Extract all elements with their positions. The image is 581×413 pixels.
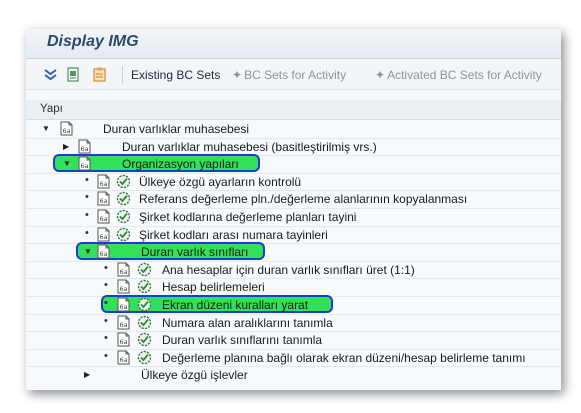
structure-header-label: Yapı <box>40 103 63 115</box>
expand-toggle-icon[interactable]: ▼ <box>42 124 50 133</box>
tree-node[interactable]: • 6a Duran varlık sınıflarını tanımla <box>26 331 561 350</box>
svg-text:6a: 6a <box>120 285 128 293</box>
tree-node[interactable]: ▶ Ülkeye özgü işlevler <box>26 366 561 384</box>
tree-node-label: Duran varlık sınıfları <box>141 245 249 260</box>
tree-node-label: Numara alan aralıklarını tanımla <box>162 315 333 330</box>
bc-sets-for-activity-button[interactable]: ✦ BC Sets for Activity <box>232 68 346 82</box>
tree-node-label: Şirket kodları arası numara tayinleri <box>139 227 328 242</box>
tree-node[interactable]: • 6a Ekran düzeni kuralları yarat <box>26 295 561 315</box>
tree-node[interactable]: • 6a Ülkeye özgü ayarların kontrolü <box>26 173 561 192</box>
execute-activity-icon[interactable] <box>116 227 131 242</box>
document-icon[interactable]: 6a <box>117 279 130 294</box>
execute-activity-icon[interactable] <box>137 279 152 294</box>
bc-set-icon: ✦ <box>375 68 386 82</box>
tree-node-label: Şirket kodlarına değerleme planları tayi… <box>139 210 357 224</box>
svg-text:6a: 6a <box>81 162 89 170</box>
document-icon[interactable]: 6a <box>97 174 110 189</box>
leaf-bullet: • <box>104 279 108 292</box>
existing-bc-sets-label: Existing BC Sets <box>131 68 221 82</box>
existing-bc-sets-button[interactable]: Existing BC Sets <box>131 68 220 82</box>
window-title: Display IMG <box>47 33 139 50</box>
document-icon[interactable]: 6a <box>117 262 130 277</box>
tree-node-label: Referans değerleme pln./değerleme alanla… <box>139 192 468 207</box>
tree-node-label: Değerleme planına bağlı olarak ekran düz… <box>162 350 526 365</box>
expand-toggle-icon[interactable]: ▼ <box>63 159 71 168</box>
title-bar: Display IMG <box>26 29 561 59</box>
svg-text:6a: 6a <box>120 321 128 329</box>
leaf-bullet: • <box>104 349 108 362</box>
svg-text:6a: 6a <box>120 338 128 346</box>
toolbar-separator <box>122 66 123 84</box>
document-icon[interactable]: 6a <box>117 315 130 330</box>
leaf-bullet: • <box>104 314 108 327</box>
document-icon[interactable]: 6a <box>78 156 91 171</box>
tree-node-label: Ülkeye özgü işlevler <box>141 368 248 383</box>
document-icon[interactable]: 6a <box>60 121 73 136</box>
leaf-bullet: • <box>85 209 89 221</box>
execute-activity-icon[interactable] <box>137 297 152 312</box>
leaf-bullet: • <box>85 226 89 239</box>
activated-bc-sets-label: Activated BC Sets for Activity <box>387 68 542 82</box>
application-toolbar: Existing BC Sets ✦ BC Sets for Activity ✦… <box>26 59 561 90</box>
svg-text:6a: 6a <box>120 303 128 311</box>
tree-node[interactable]: • 6a Referans değerleme pln./değerleme a… <box>26 190 561 209</box>
tree-node-label: Ekran düzeni kuralları yarat <box>162 298 309 312</box>
tree-node[interactable]: • 6a Değerleme planına bağlı olarak ekra… <box>26 349 561 368</box>
expand-icon[interactable] <box>43 67 58 82</box>
execute-activity-icon[interactable] <box>116 191 131 206</box>
svg-text:6a: 6a <box>100 250 108 258</box>
tree-node[interactable]: ▼ 6a Duran varlıklar muhasebesi <box>26 120 561 139</box>
execute-activity-icon[interactable] <box>116 174 131 189</box>
execute-activity-icon[interactable] <box>137 262 152 277</box>
tree-node-label: Duran varlık sınıflarını tanımla <box>162 333 323 348</box>
svg-text:6a: 6a <box>100 180 108 188</box>
execute-activity-icon[interactable] <box>137 315 152 330</box>
svg-text:6a: 6a <box>100 215 108 223</box>
bc-sets-for-activity-label: BC Sets for Activity <box>244 68 347 82</box>
execute-activity-icon[interactable] <box>116 209 131 224</box>
tree-node[interactable]: • 6a Şirket kodlarına değerleme planları… <box>26 208 561 227</box>
document-icon[interactable]: 6a <box>97 244 110 259</box>
leaf-bullet: • <box>85 191 89 204</box>
bc-set-icon: ✦ <box>232 68 243 82</box>
tree-node-label: Duran varlıklar muhasebesi <box>103 122 250 136</box>
tree-node[interactable]: • 6a Numara alan aralıklarını tanımla <box>26 314 561 333</box>
img-window: Display IMG Existing BC Sets ✦ BC Sets f… <box>26 29 561 390</box>
svg-text:6a: 6a <box>120 268 128 276</box>
collapse-toggle-icon[interactable]: ▶ <box>84 370 90 379</box>
tree-node-label: Duran varlıklar muhasebesi (basitleştiri… <box>122 139 377 154</box>
tree-node-label: Organizasyon yapıları <box>122 157 239 172</box>
img-tree: ▼ 6a Duran varlıklar muhasebesi ▶ 6a Dur… <box>26 120 561 390</box>
tree-node-label: Ana hesaplar için duran varlık sınıfları… <box>162 262 415 277</box>
svg-text:6a: 6a <box>100 197 108 205</box>
leaf-bullet: • <box>104 261 108 274</box>
tree-node-label: Ülkeye özgü ayarların kontrolü <box>139 174 302 189</box>
document-icon[interactable]: 6a <box>97 209 110 224</box>
document-icon[interactable]: 6a <box>78 139 91 154</box>
document-icon[interactable]: 6a <box>97 227 110 242</box>
svg-text:6a: 6a <box>81 145 89 153</box>
activated-bc-sets-button[interactable]: ✦ Activated BC Sets for Activity <box>375 68 542 82</box>
tree-node-label: Hesap belirlemeleri <box>162 280 265 295</box>
leaf-bullet: • <box>104 297 108 309</box>
execute-activity-icon[interactable] <box>137 350 152 365</box>
document-icon[interactable]: 6a <box>117 332 130 347</box>
svg-text:6a: 6a <box>120 356 128 364</box>
leaf-bullet: • <box>104 332 108 345</box>
find-icon[interactable] <box>66 67 81 82</box>
document-icon[interactable]: 6a <box>117 297 130 312</box>
collapse-toggle-icon[interactable]: ▶ <box>63 142 69 151</box>
document-icon[interactable]: 6a <box>117 350 130 365</box>
svg-text:6a: 6a <box>100 233 108 241</box>
structure-header: Yapı <box>26 100 561 120</box>
leaf-bullet: • <box>85 173 89 186</box>
expand-toggle-icon[interactable]: ▼ <box>84 247 92 256</box>
document-icon[interactable]: 6a <box>97 191 110 206</box>
tree-node[interactable]: • 6a Ana hesaplar için duran varlık sını… <box>26 261 561 280</box>
tree-node[interactable]: ▼ 6a Organizasyon yapıları <box>26 154 561 174</box>
tree-node[interactable]: ▼ 6a Duran varlık sınıfları <box>26 242 561 262</box>
execute-activity-icon[interactable] <box>137 332 152 347</box>
svg-text:6a: 6a <box>63 127 71 135</box>
note-icon[interactable] <box>92 67 107 82</box>
